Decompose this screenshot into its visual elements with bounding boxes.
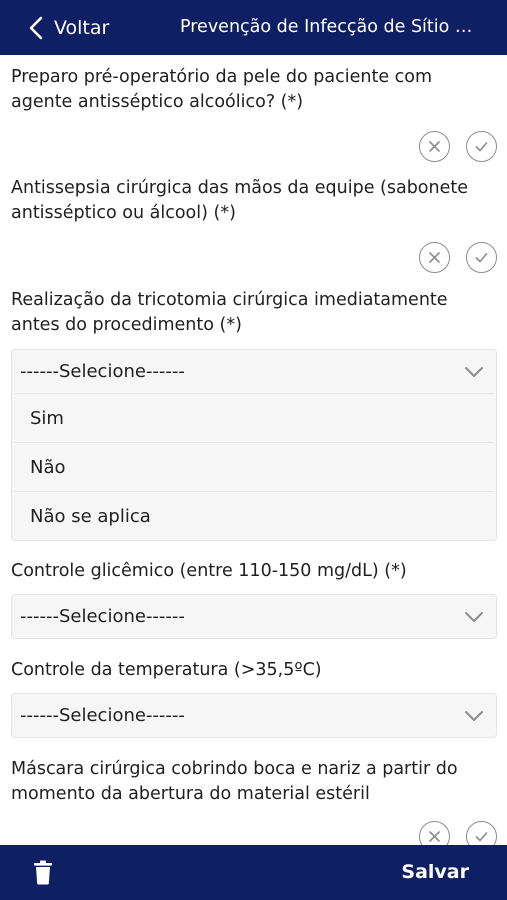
- page-title: Prevenção de Infecção de Sítio C...: [180, 17, 481, 37]
- question-label: Controle da temperatura (>35,5ºC): [11, 660, 322, 680]
- temperatura-select[interactable]: ------Selecione------: [11, 693, 497, 738]
- option-nao[interactable]: Não: [14, 442, 494, 491]
- top-bar: Voltar Prevenção de Infecção de Sítio C.…: [0, 0, 507, 55]
- check-icon: [475, 253, 488, 263]
- select-value: ------Selecione------: [20, 606, 185, 627]
- option-nao-se-aplica[interactable]: Não se aplica: [14, 491, 494, 540]
- yes-button[interactable]: [466, 242, 497, 273]
- app-screen: Voltar Prevenção de Infecção de Sítio C.…: [0, 0, 507, 900]
- yes-button[interactable]: [466, 131, 497, 162]
- question-label: Controle glicêmico (entre 110-150 mg/dL)…: [11, 561, 407, 581]
- option-sim[interactable]: Sim: [14, 393, 494, 442]
- no-button[interactable]: [419, 242, 450, 273]
- select-value: ------Selecione------: [20, 361, 185, 382]
- question-label: Antissepsia cirúrgica das mãos da equipe…: [11, 178, 468, 223]
- answer-toggle: [419, 242, 497, 276]
- form-content[interactable]: Preparo pré-operatório da pele do pacien…: [0, 55, 507, 845]
- bottom-bar: Salvar: [0, 845, 507, 900]
- chevron-left-icon: [29, 16, 43, 39]
- trash-icon[interactable]: [33, 860, 53, 885]
- tricotomia-select[interactable]: ------Selecione------: [12, 350, 496, 393]
- check-icon: [475, 142, 488, 152]
- close-icon: [429, 831, 440, 842]
- chevron-down-icon: [465, 711, 483, 721]
- question-label: Máscara cirúrgica cobrindo boca e nariz …: [11, 759, 458, 804]
- no-button[interactable]: [419, 131, 450, 162]
- glicemico-select[interactable]: ------Selecione------: [11, 594, 497, 639]
- close-icon: [429, 141, 440, 152]
- yes-button[interactable]: [466, 821, 497, 845]
- answer-toggle: [419, 821, 497, 845]
- no-button[interactable]: [419, 821, 450, 845]
- chevron-down-icon: [465, 367, 483, 377]
- tricotomia-dropdown: ------Selecione------ Sim Não Não se apl…: [11, 349, 497, 541]
- question-label: Preparo pré-operatório da pele do pacien…: [11, 67, 433, 112]
- save-button[interactable]: Salvar: [401, 845, 469, 900]
- question-label: Realização da tricotomia cirúrgica imedi…: [11, 290, 448, 335]
- back-label: Voltar: [54, 16, 110, 39]
- back-button[interactable]: Voltar: [0, 0, 150, 55]
- chevron-down-icon: [465, 612, 483, 622]
- answer-toggle: [419, 131, 497, 165]
- select-value: ------Selecione------: [20, 705, 185, 726]
- close-icon: [429, 252, 440, 263]
- check-icon: [475, 832, 488, 842]
